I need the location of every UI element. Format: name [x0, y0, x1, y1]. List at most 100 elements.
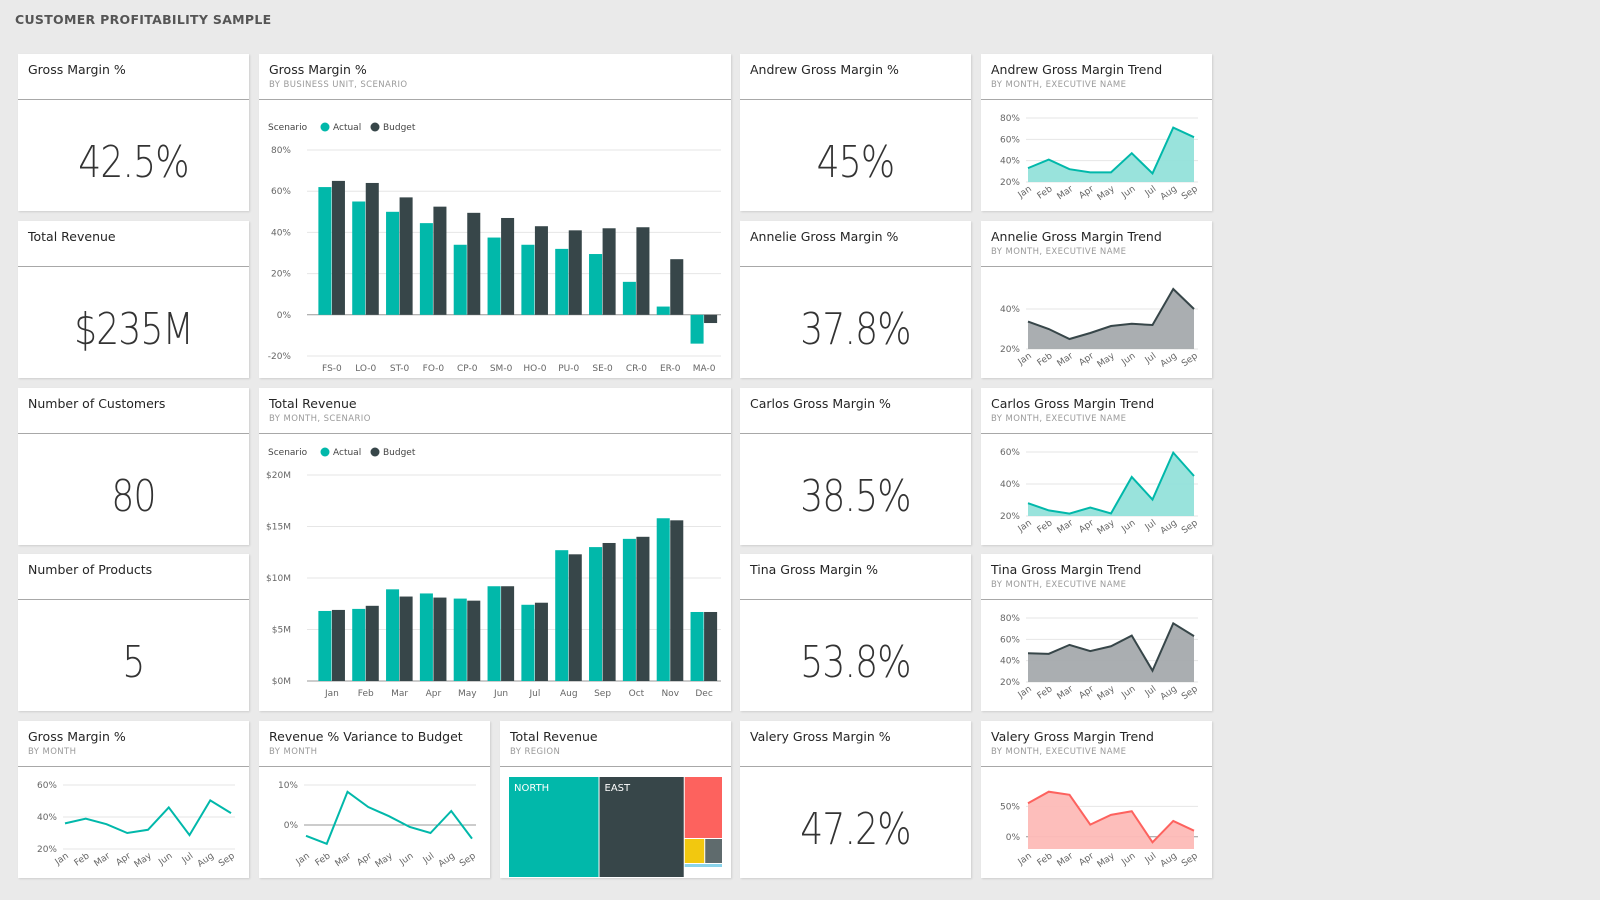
tile-header: Annelie Gross Margin % [740, 221, 971, 267]
x-tick-label: May [1096, 851, 1118, 870]
tile-revenue-variance[interactable]: Revenue % Variance to Budget BY MONTH 0%… [259, 721, 490, 878]
tile-revenue-by-month[interactable]: Total Revenue BY MONTH, SCENARIO Scenari… [259, 388, 731, 711]
series-line [305, 790, 473, 846]
tile-subtitle: BY MONTH, EXECUTIVE NAME [991, 80, 1127, 90]
bar-actual-nov [656, 518, 670, 681]
tile-carlos-trend[interactable]: Carlos Gross Margin Trend BY MONTH, EXEC… [981, 388, 1212, 545]
bar-budget-fo-0 [433, 206, 447, 315]
x-tick-label: Feb [1036, 351, 1055, 368]
bar-actual-mar [386, 589, 400, 681]
bar-budget-feb [365, 605, 379, 681]
tile-header: Total Revenue BY REGION [500, 721, 731, 767]
tile-gross-margin-kpi[interactable]: Gross Margin % 42.5% [18, 54, 249, 211]
tile-subtitle: BY REGION [510, 747, 561, 757]
tile-title: Tina Gross Margin % [750, 562, 879, 577]
tile-title: Total Revenue [28, 229, 116, 244]
kpi-value: 37.8% [800, 304, 911, 355]
y-tick-label: 0% [284, 821, 299, 831]
bar-budget-fs-0 [331, 180, 345, 315]
y-tick-label: 40% [271, 228, 291, 238]
bar-chart-gm-by-bu[interactable]: Scenario Actual Budget -20% 0% 20% 40% 60% 80% FS… [259, 100, 731, 378]
y-tick-label: 60% [271, 187, 291, 197]
x-tick-label: Apr [1077, 518, 1096, 535]
bar-actual-pu-0 [555, 248, 569, 315]
treemap-label-east: EAST [605, 783, 632, 794]
tile-subtitle: BY MONTH, EXECUTIVE NAME [991, 247, 1127, 257]
tile-title: Number of Customers [28, 396, 166, 411]
x-tick-label: May [458, 689, 477, 699]
line-chart-revenue-variance[interactable]: 0% 10% Jan Feb Mar Apr May Jun Jul Aug Sep [259, 767, 490, 878]
x-tick-label: Apr [1077, 351, 1096, 368]
tile-header: Gross Margin % BY BUSINESS UNIT, SCENARI… [259, 54, 731, 100]
tile-subtitle: BY MONTH, SCENARIO [269, 414, 371, 424]
x-tick-label: Jan [324, 689, 339, 699]
treemap-label-north: NORTH [514, 783, 549, 794]
kpi-value: 45% [816, 137, 896, 188]
y-tick-label: 60% [1000, 635, 1020, 645]
area-fill [1028, 791, 1194, 849]
bar-actual-cr-0 [622, 281, 636, 315]
x-tick-label: Feb [1036, 851, 1055, 868]
area-chart-carlos-trend[interactable]: 20%40%60%Jan Feb Mar Apr May Jun Jul Aug Sep [981, 434, 1212, 545]
tile-gm-by-business-unit[interactable]: Gross Margin % BY BUSINESS UNIT, SCENARI… [259, 54, 731, 378]
bar-actual-fs-0 [318, 187, 332, 315]
bar-actual-jan [318, 610, 332, 681]
x-tick-label: Jul [1143, 851, 1158, 866]
bar-budget-sep [602, 542, 616, 681]
x-tick-label: May [1096, 518, 1118, 537]
bar-actual-sm-0 [487, 237, 501, 315]
area-chart-tina-trend[interactable]: 20%40%60%80%Jan Feb Mar Apr May Jun Jul Aug Sep [981, 600, 1212, 711]
x-tick-label: May [133, 851, 155, 870]
bar-actual-jul [521, 604, 535, 681]
x-tick-label: Aug [1159, 851, 1179, 869]
bar-budget-jun [501, 586, 515, 681]
x-tick-label: Sep [1180, 184, 1200, 202]
tile-annelie-gm-kpi[interactable]: Annelie Gross Margin % 37.8% [740, 221, 971, 378]
tile-carlos-gm-kpi[interactable]: Carlos Gross Margin % 38.5% [740, 388, 971, 545]
y-tick-label: 80% [1000, 614, 1020, 624]
tile-customers-kpi[interactable]: Number of Customers 80 [18, 388, 249, 545]
tile-total-revenue-kpi[interactable]: Total Revenue $235M [18, 221, 249, 378]
x-tick-label: Apr [355, 851, 374, 868]
kpi-value: 47.2% [800, 804, 911, 855]
legend-label-budget: Budget [383, 448, 416, 458]
line-chart-gm-by-month[interactable]: 20%40%60%Jan Feb Mar Apr May Jun Jul Aug Sep [18, 767, 249, 878]
bar-budget-jan [331, 609, 345, 681]
tile-valery-trend[interactable]: Valery Gross Margin Trend BY MONTH, EXEC… [981, 721, 1212, 878]
bar-budget-oct [636, 536, 650, 681]
tile-title: Andrew Gross Margin Trend [991, 62, 1163, 77]
tile-products-kpi[interactable]: Number of Products 5 [18, 554, 249, 711]
treemap-cell-region-3 [684, 777, 722, 838]
tile-tina-gm-kpi[interactable]: Tina Gross Margin % 53.8% [740, 554, 971, 711]
x-tick-label: Feb [358, 689, 374, 699]
tile-annelie-trend[interactable]: Annelie Gross Margin Trend BY MONTH, EXE… [981, 221, 1212, 378]
tile-subtitle: BY MONTH [28, 747, 77, 757]
tile-revenue-by-region[interactable]: Total Revenue BY REGION NORTH EAST [500, 721, 731, 878]
tile-valery-gm-kpi[interactable]: Valery Gross Margin % 47.2% [740, 721, 971, 878]
tile-tina-trend[interactable]: Tina Gross Margin Trend BY MONTH, EXECUT… [981, 554, 1212, 711]
y-tick-label: 50% [1000, 802, 1020, 812]
bar-budget-nov [670, 520, 684, 681]
kpi-value: 38.5% [800, 471, 911, 522]
x-tick-label: Jul [1143, 684, 1158, 699]
area-chart-andrew-trend[interactable]: 20%40%60%80%Jan Feb Mar Apr May Jun Jul Aug Sep [981, 100, 1212, 211]
y-tick-label: 10% [278, 781, 298, 791]
tile-gm-by-month[interactable]: Gross Margin % BY MONTH 20% 40% 60% Jan Feb M… [18, 721, 249, 878]
area-chart-annelie-trend[interactable]: 20%40%Jan Feb Mar Apr May Jun Jul Aug Sep [981, 267, 1212, 378]
x-tick-label: Sep [458, 851, 478, 869]
tile-andrew-trend[interactable]: Andrew Gross Margin Trend BY MONTH, EXEC… [981, 54, 1212, 211]
legend-label-actual: Actual [333, 448, 361, 458]
tile-subtitle: BY BUSINESS UNIT, SCENARIO [269, 80, 408, 90]
bar-actual-apr [419, 593, 433, 681]
area-chart-valery-trend[interactable]: 0% 50% Jan Feb Mar Apr May Jun Jul Aug Sep [981, 767, 1212, 878]
tile-subtitle: BY MONTH, EXECUTIVE NAME [991, 414, 1127, 424]
tile-header: Andrew Gross Margin % [740, 54, 971, 100]
bar-chart-revenue-by-month[interactable]: Scenario Actual Budget $0M $5M $10M $15M $20M Ja… [259, 434, 731, 711]
x-tick-label: SE-0 [592, 364, 613, 374]
tile-title: Carlos Gross Margin % [750, 396, 891, 411]
tile-andrew-gm-kpi[interactable]: Andrew Gross Margin % 45% [740, 54, 971, 211]
tile-header: Number of Customers [18, 388, 249, 434]
treemap-cell-region-4 [684, 839, 705, 863]
tile-title: Gross Margin % [269, 62, 367, 77]
treemap-revenue-by-region[interactable]: NORTH EAST [500, 767, 731, 878]
